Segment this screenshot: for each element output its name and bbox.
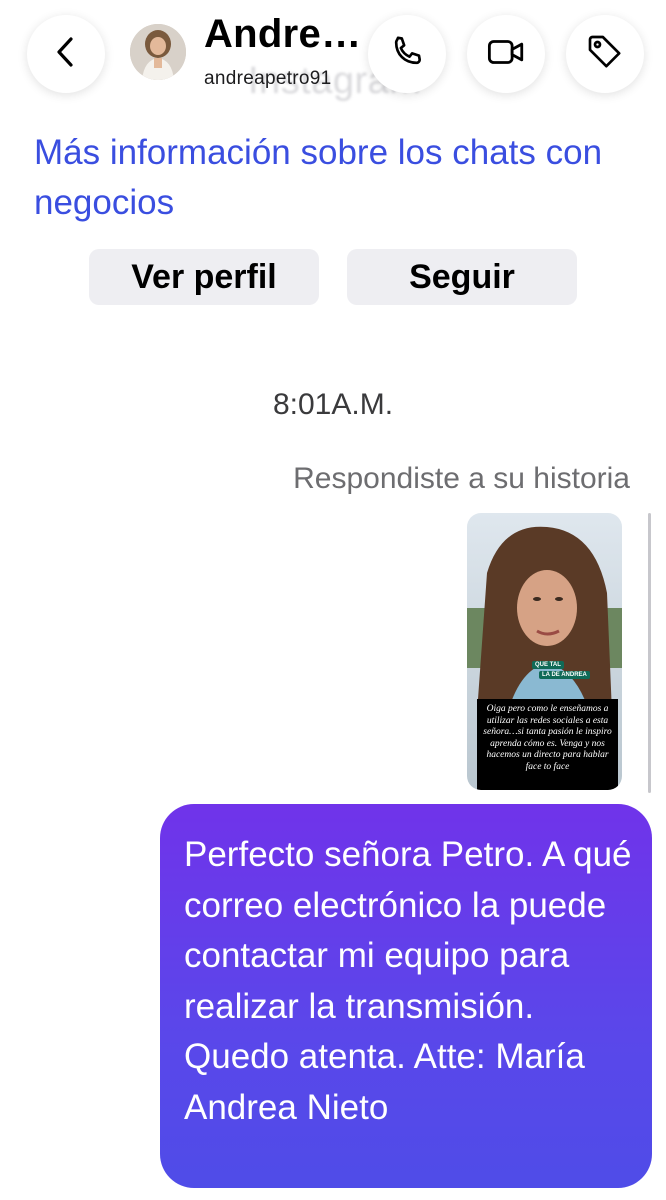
follow-button[interactable]: Seguir: [347, 249, 577, 305]
video-call-button[interactable]: [467, 15, 545, 93]
message-timestamp: 8:01A.M.: [272, 388, 394, 421]
story-thumbnail[interactable]: QUE TAL LA DE ANDREA Oiga pero como le e…: [467, 513, 622, 790]
outgoing-message-bubble[interactable]: Perfecto señora Petro. A qué correo elec…: [160, 804, 652, 1188]
business-chat-info-link[interactable]: Más información sobre los chats con nego…: [34, 128, 644, 228]
story-sticker-label: LA DE ANDREA: [539, 671, 590, 679]
view-profile-button[interactable]: Ver perfil: [89, 249, 319, 305]
scrollbar[interactable]: [648, 513, 651, 793]
back-button[interactable]: [27, 15, 105, 93]
contact-handle[interactable]: andreapetro91: [204, 68, 332, 90]
story-sticker-label: QUE TAL: [532, 661, 564, 669]
chevron-left-icon: [51, 35, 81, 74]
avatar[interactable]: [130, 24, 186, 80]
story-caption: Oiga pero como le enseñamos a utilizar l…: [477, 699, 618, 790]
tag-button[interactable]: [566, 15, 644, 93]
video-camera-icon: [485, 31, 527, 78]
phone-icon: [387, 32, 427, 77]
tag-icon: [585, 32, 625, 77]
contact-name[interactable]: Andre…: [204, 12, 361, 57]
call-button[interactable]: [368, 15, 446, 93]
story-reply-label: Respondiste a su historia: [293, 462, 630, 495]
